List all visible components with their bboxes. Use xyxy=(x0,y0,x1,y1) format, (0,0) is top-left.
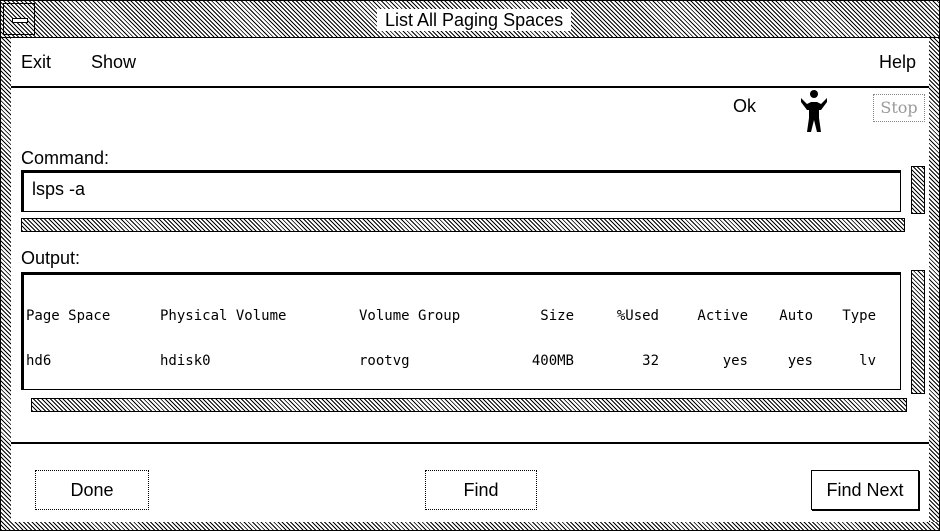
find-next-button[interactable]: Find Next xyxy=(811,470,919,510)
window: List All Paging Spaces Exit Show Help Ok… xyxy=(0,0,940,531)
command-field[interactable]: lsps -a xyxy=(21,170,901,212)
window-menu-button[interactable] xyxy=(3,3,35,35)
stop-button[interactable]: Stop xyxy=(873,94,925,122)
column-header: Physical Volume xyxy=(160,308,287,324)
frame-left xyxy=(1,38,11,530)
cell-volume-group: rootvg xyxy=(359,353,410,369)
dialog-content: Exit Show Help Ok Stop Command: lsps -a … xyxy=(11,38,929,522)
command-vertical-scrollbar[interactable] xyxy=(911,166,925,214)
command-label: Command: xyxy=(21,148,110,168)
window-menu-icon xyxy=(12,18,28,23)
cell-auto: yes xyxy=(787,353,813,369)
menu-show[interactable]: Show xyxy=(91,52,136,73)
column-header: Active xyxy=(697,308,748,324)
cell-used: 32 xyxy=(642,353,659,369)
frame-right xyxy=(929,38,939,530)
title-bar: List All Paging Spaces xyxy=(1,1,939,38)
cell-active: yes xyxy=(722,353,748,369)
output-horizontal-scrollbar[interactable] xyxy=(31,398,907,412)
output-table: Page Space Physical Volume Volume Group … xyxy=(26,279,876,399)
frame-bottom xyxy=(1,522,939,530)
status-text: Ok xyxy=(733,96,757,116)
command-horizontal-scrollbar[interactable] xyxy=(21,218,905,232)
output-header-row: Page Space Physical Volume Volume Group … xyxy=(26,308,876,324)
cell-type: lv xyxy=(859,353,876,369)
cell-physical-volume: hdisk0 xyxy=(160,353,211,369)
menu-exit[interactable]: Exit xyxy=(21,52,51,73)
command-text: lsps -a xyxy=(32,179,86,199)
column-header: %Used xyxy=(616,308,659,324)
find-button[interactable]: Find xyxy=(425,470,537,510)
divider xyxy=(11,442,929,444)
column-header: Volume Group xyxy=(359,308,461,324)
table-row: hd6 hdisk0 rootvg 400MB 32 yes yes lv xyxy=(26,353,876,369)
output-vertical-scrollbar[interactable] xyxy=(911,270,925,394)
output-area[interactable]: Page Space Physical Volume Volume Group … xyxy=(21,272,901,390)
menu-bar: Exit Show Help xyxy=(11,38,929,88)
column-header: Size xyxy=(540,308,574,324)
menu-help[interactable]: Help xyxy=(879,52,916,73)
cell-page-space: hd6 xyxy=(26,353,52,369)
figure-icon xyxy=(801,90,827,132)
cell-size: 400MB xyxy=(531,353,574,369)
done-button[interactable]: Done xyxy=(35,470,149,510)
column-header: Page Space xyxy=(26,308,111,324)
column-header: Type xyxy=(842,308,876,324)
menu-exit-label: Exit xyxy=(21,52,52,72)
menu-show-label: Show xyxy=(91,52,137,72)
window-title: List All Paging Spaces xyxy=(377,9,572,31)
output-label: Output: xyxy=(21,248,81,268)
column-header: Auto xyxy=(779,308,813,324)
menu-help-label: Help xyxy=(879,52,917,72)
